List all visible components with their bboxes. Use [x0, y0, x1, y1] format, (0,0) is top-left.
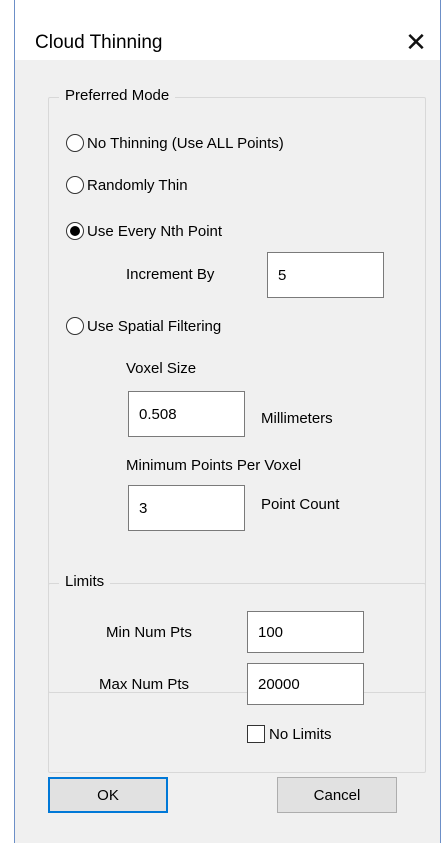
increment-by-label: Increment By — [126, 266, 215, 283]
close-icon[interactable]: ✕ — [400, 26, 432, 58]
radio-button-icon[interactable] — [66, 134, 84, 152]
no-limits-checkbox-row[interactable]: No Limits — [247, 725, 332, 743]
radio-no-thinning[interactable]: No Thinning (Use ALL Points) — [66, 131, 284, 155]
no-limits-checkbox[interactable] — [247, 725, 265, 743]
min-points-per-voxel-field[interactable] — [128, 485, 245, 531]
no-limits-label: No Limits — [269, 725, 332, 743]
voxel-size-label: Voxel Size — [126, 360, 197, 377]
increment-by-field[interactable] — [267, 252, 384, 298]
dialog-body: Preferred Mode No Thinning (Use ALL Poin… — [15, 60, 440, 843]
radio-button-selected-icon[interactable] — [66, 222, 84, 240]
ok-button[interactable]: OK — [48, 777, 168, 813]
dialog-title: Cloud Thinning — [35, 32, 163, 53]
radio-no-thinning-label: No Thinning (Use ALL Points) — [87, 134, 284, 152]
radio-every-nth-point-label: Use Every Nth Point — [87, 222, 223, 240]
min-num-pts-field[interactable] — [247, 611, 364, 653]
min-num-pts-label: Min Num Pts — [106, 624, 192, 641]
radio-button-icon[interactable] — [66, 317, 84, 335]
preferred-mode-legend: Preferred Mode — [59, 87, 176, 104]
max-num-pts-field[interactable] — [247, 663, 364, 705]
min-points-per-voxel-label: Minimum Points Per Voxel — [126, 457, 302, 474]
radio-randomly-thin-label: Randomly Thin — [87, 176, 188, 194]
radio-randomly-thin[interactable]: Randomly Thin — [66, 173, 188, 197]
limits-legend: Limits — [59, 573, 111, 590]
cancel-button[interactable]: Cancel — [277, 777, 397, 813]
radio-button-icon[interactable] — [66, 176, 84, 194]
radio-dot-icon — [70, 226, 80, 236]
cloud-thinning-dialog: Cloud Thinning ✕ Preferred Mode No Thinn… — [14, 0, 441, 843]
point-count-unit-label: Point Count — [261, 496, 340, 513]
radio-spatial-filtering-label: Use Spatial Filtering — [87, 317, 222, 335]
radio-every-nth-point[interactable]: Use Every Nth Point — [66, 219, 222, 243]
radio-spatial-filtering[interactable]: Use Spatial Filtering — [66, 314, 221, 338]
voxel-unit-label: Millimeters — [261, 410, 333, 427]
max-num-pts-label: Max Num Pts — [99, 676, 190, 693]
voxel-size-field[interactable] — [128, 391, 245, 437]
